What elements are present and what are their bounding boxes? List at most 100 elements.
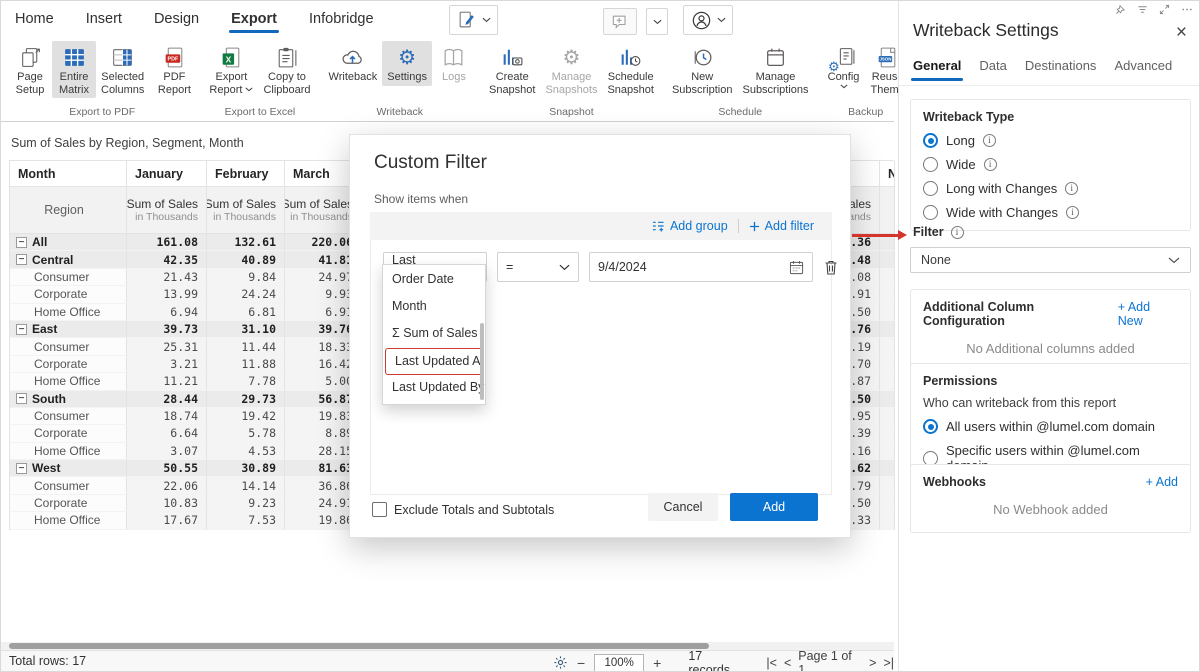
value-cell[interactable]: 30.89 [207, 460, 285, 477]
add-comment-button[interactable] [603, 8, 637, 35]
collapse-toggle-icon[interactable]: − [16, 393, 27, 404]
collapse-toggle-icon[interactable]: − [16, 254, 27, 265]
copy-to-clipboard-button[interactable]: Copy to Clipboard [258, 41, 315, 98]
edit-mode-button[interactable] [449, 5, 498, 35]
cancel-button[interactable]: Cancel [648, 493, 718, 521]
tab-destinations[interactable]: Destinations [1025, 58, 1097, 81]
value-cell[interactable]: 31.10 [207, 321, 285, 338]
region-header-cell[interactable]: Region [10, 187, 127, 234]
collapse-toggle-icon[interactable]: − [16, 237, 27, 248]
row-header-cell[interactable]: −East [10, 321, 127, 338]
entire-matrix-button[interactable]: Entire Matrix [52, 41, 96, 98]
value-cell[interactable]: 18.74 [127, 408, 207, 425]
value-cell[interactable]: 6.94 [127, 304, 207, 321]
collapse-toggle-icon[interactable]: − [16, 324, 27, 335]
radio-option[interactable]: Long with Changesi [923, 181, 1178, 196]
value-cell[interactable]: 25.31 [127, 338, 207, 355]
month-header-cell[interactable]: February [207, 161, 285, 187]
add-button[interactable]: Add [730, 493, 818, 521]
horizontal-scrollbar[interactable] [1, 642, 894, 650]
info-icon[interactable]: i [1065, 182, 1078, 195]
export-report-button[interactable]: X Export Report [204, 41, 258, 98]
config-button[interactable]: ⚙ Config [822, 41, 866, 91]
add-new-link[interactable]: + Add New [1118, 300, 1178, 328]
tab-export[interactable]: Export [229, 3, 279, 35]
dropdown-item[interactable]: Order Date [383, 267, 485, 294]
value-cell[interactable]: 9.23 [207, 495, 285, 512]
comment-dropdown-button[interactable] [646, 8, 668, 35]
pdf-report-button[interactable]: PDF PDF Report [152, 41, 196, 98]
row-header-cell[interactable]: Consumer [10, 477, 127, 494]
value-cell[interactable]: 3.21 [127, 356, 207, 373]
prev-page-icon[interactable]: < [784, 656, 791, 670]
value-cell[interactable]: 21.43 [127, 269, 207, 286]
row-header-cell[interactable]: Consumer [10, 269, 127, 286]
row-header-cell[interactable]: −South [10, 391, 127, 408]
row-header-cell[interactable]: Corporate [10, 495, 127, 512]
value-cell[interactable]: 11.44 [207, 338, 285, 355]
zoom-in-icon[interactable]: + [653, 655, 661, 671]
tab-insert[interactable]: Insert [84, 3, 124, 35]
radio-option[interactable]: Longi [923, 133, 1178, 148]
webhooks-add-link[interactable]: + Add [1146, 475, 1178, 489]
zoom-level-input[interactable]: 100% [594, 654, 644, 672]
row-header-cell[interactable]: −Central [10, 251, 127, 268]
partial-month-header-cell[interactable]: N [880, 161, 895, 187]
filter-dropdown[interactable]: None [910, 247, 1191, 273]
filter-operator-select[interactable]: = [497, 252, 579, 282]
info-icon[interactable]: i [984, 158, 997, 171]
value-cell[interactable]: 7.78 [207, 373, 285, 390]
value-cell[interactable]: 24.24 [207, 286, 285, 303]
value-cell[interactable]: 13.99 [127, 286, 207, 303]
writeback-settings-button[interactable]: ⚙ Settings [382, 41, 432, 86]
tab-data[interactable]: Data [979, 58, 1006, 81]
value-cell[interactable]: 3.07 [127, 443, 207, 460]
more-options-icon[interactable] [1181, 4, 1193, 15]
add-group-link[interactable]: Add group [642, 219, 738, 233]
tab-home[interactable]: Home [13, 3, 56, 35]
last-page-icon[interactable]: >| [883, 656, 894, 670]
corner-header-cell[interactable]: Month [10, 161, 127, 187]
filter-date-input[interactable] [598, 260, 768, 274]
row-header-cell[interactable]: Consumer [10, 338, 127, 355]
row-header-cell[interactable]: Home Office [10, 304, 127, 321]
tab-advanced[interactable]: Advanced [1114, 58, 1172, 81]
value-cell[interactable]: 7.53 [207, 512, 285, 529]
value-cell[interactable]: 50.55 [127, 460, 207, 477]
radio-option[interactable]: Widei [923, 157, 1178, 172]
value-cell[interactable]: 132.61 [207, 234, 285, 251]
measure-header-cell[interactable]: Sum of Salesin Thousands [207, 187, 285, 234]
manage-subscriptions-button[interactable]: Manage Subscriptions [737, 41, 813, 98]
pin-icon[interactable] [1115, 4, 1126, 15]
writeback-button[interactable]: Writeback [324, 41, 383, 86]
dropdown-item[interactable]: Σ Sum of Sales [383, 321, 485, 348]
value-cell[interactable]: 161.08 [127, 234, 207, 251]
info-icon[interactable]: i [1066, 206, 1079, 219]
value-cell[interactable]: 40.89 [207, 251, 285, 268]
value-cell[interactable]: 4.53 [207, 443, 285, 460]
row-header-cell[interactable]: Home Office [10, 373, 127, 390]
tab-general[interactable]: General [913, 58, 961, 81]
delete-filter-icon[interactable] [823, 259, 839, 276]
value-cell[interactable]: 11.88 [207, 356, 285, 373]
value-cell[interactable]: 11.21 [127, 373, 207, 390]
row-header-cell[interactable]: Corporate [10, 425, 127, 442]
tab-infobridge[interactable]: Infobridge [307, 3, 376, 35]
scrollbar-thumb[interactable] [9, 643, 709, 649]
month-header-cell[interactable]: January [127, 161, 207, 187]
value-cell[interactable]: 42.35 [127, 251, 207, 268]
radio-option[interactable]: All users within @lumel.com domain [923, 419, 1178, 434]
new-subscription-button[interactable]: New Subscription [667, 41, 738, 98]
row-header-cell[interactable]: Consumer [10, 408, 127, 425]
value-cell[interactable]: 6.64 [127, 425, 207, 442]
value-cell[interactable]: 19.42 [207, 408, 285, 425]
first-page-icon[interactable]: |< [766, 656, 777, 670]
create-snapshot-button[interactable]: Create Snapshot [484, 41, 540, 98]
page-setup-button[interactable]: Page Setup [8, 41, 52, 98]
info-icon[interactable]: i [951, 226, 964, 239]
info-icon[interactable]: i [983, 134, 996, 147]
zoom-out-icon[interactable]: − [577, 655, 585, 671]
dropdown-scrollbar[interactable] [480, 323, 484, 400]
add-filter-link[interactable]: Add filter [739, 219, 824, 233]
row-header-cell[interactable]: Home Office [10, 443, 127, 460]
